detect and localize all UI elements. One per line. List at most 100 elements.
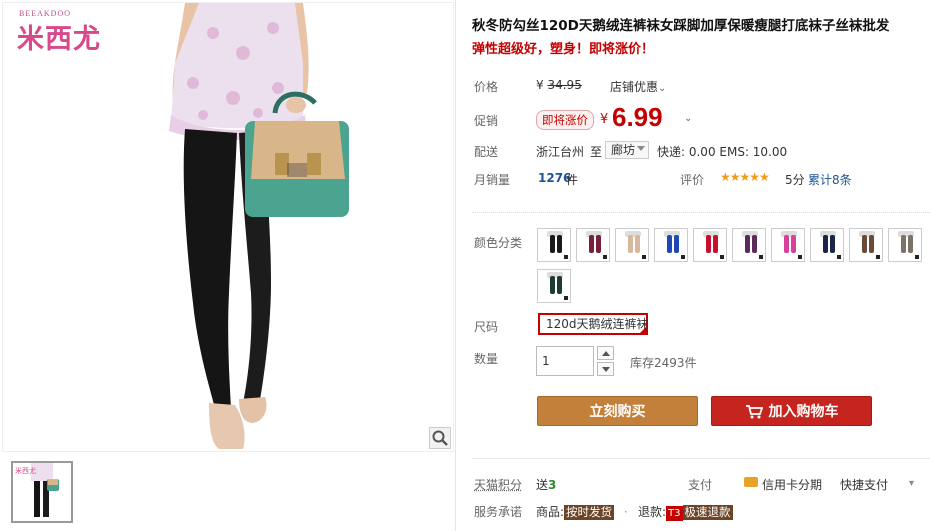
product-title: 秋冬防勾丝120D天鹅绒连裤袜女踩脚加厚保暖瘦腿打底袜子丝袜批发 bbox=[472, 18, 890, 34]
swatch-leg bbox=[791, 235, 796, 253]
swatch-corner-icon bbox=[603, 255, 607, 259]
quantity-decrement-button[interactable] bbox=[597, 362, 614, 376]
service-goods-label: 商品: bbox=[536, 505, 565, 519]
divider bbox=[472, 458, 930, 459]
quantity-increment-button[interactable] bbox=[597, 346, 614, 360]
tmall-points: 送3 bbox=[536, 476, 556, 493]
swatch-leg bbox=[713, 235, 718, 253]
quantity-input[interactable]: 1 bbox=[536, 346, 594, 376]
shipping-fees: 快递: 0.00 EMS: 10.00 bbox=[657, 145, 788, 159]
promo-label: 促销 bbox=[474, 114, 499, 128]
swatch-corner-icon bbox=[915, 255, 919, 259]
tmall-points-label[interactable]: 天猫积分 bbox=[474, 476, 522, 493]
shipping-label: 配送 bbox=[474, 145, 499, 159]
color-swatch-wine[interactable] bbox=[576, 228, 610, 262]
destination-select[interactable]: 廊坊 bbox=[605, 141, 649, 159]
ship-from: 浙江台州 bbox=[536, 145, 585, 159]
swatch-leg bbox=[901, 235, 906, 253]
size-option-selected[interactable]: 120d天鹅绒连裤袜 bbox=[538, 313, 649, 335]
points-value: 3 bbox=[548, 478, 557, 492]
color-swatch-red[interactable] bbox=[693, 228, 727, 262]
service-label: 服务承诺 bbox=[474, 505, 523, 519]
swatch-leg bbox=[823, 235, 828, 253]
service-separator: · bbox=[623, 505, 628, 519]
color-label: 颜色分类 bbox=[474, 236, 523, 250]
payment-dropdown-icon[interactable]: ▾ bbox=[909, 478, 914, 489]
add-to-cart-button[interactable]: 加入购物车 bbox=[711, 396, 872, 426]
cart-icon bbox=[745, 405, 763, 419]
payment-label: 支付 bbox=[688, 478, 713, 492]
swatch-corner-icon bbox=[759, 255, 763, 259]
buy-now-label: 立刻购买 bbox=[589, 404, 646, 420]
swatch-leg bbox=[557, 235, 562, 253]
color-swatch-pink[interactable] bbox=[771, 228, 805, 262]
size-label: 尺码 bbox=[474, 320, 499, 334]
quantity-label: 数量 bbox=[474, 352, 499, 366]
swatch-leg bbox=[550, 235, 555, 253]
swatch-corner-icon bbox=[798, 255, 802, 259]
service-goods: 商品: 按时发货 · bbox=[536, 503, 628, 520]
color-swatch-black[interactable] bbox=[537, 228, 571, 262]
shop-discount-label: 店铺优惠 bbox=[610, 80, 659, 94]
original-price: ¥ 34.95 bbox=[536, 78, 582, 92]
t3-badge-icon: T3 bbox=[666, 506, 683, 521]
buy-now-button[interactable]: 立刻购买 bbox=[537, 396, 698, 426]
main-product-image[interactable]: BEEAKDOO 米西尤 bbox=[2, 2, 454, 452]
color-swatch-purple[interactable] bbox=[732, 228, 766, 262]
fast-refund-tag[interactable]: 极速退款 bbox=[682, 505, 733, 520]
color-swatch-dark-green[interactable] bbox=[537, 269, 571, 303]
swatch-leg bbox=[752, 235, 757, 253]
swatch-leg bbox=[667, 235, 672, 253]
swatch-leg bbox=[862, 235, 867, 253]
original-price-value: 34.95 bbox=[547, 78, 582, 92]
service-refund: 退款: T3 极速退款 bbox=[638, 503, 733, 521]
swatch-leg bbox=[784, 235, 789, 253]
monthly-sales-unit: 件 bbox=[566, 173, 579, 187]
color-swatch-blue[interactable] bbox=[654, 228, 688, 262]
color-swatch-grey[interactable] bbox=[888, 228, 922, 262]
swatch-corner-icon bbox=[876, 255, 880, 259]
model-photo bbox=[169, 3, 349, 449]
ship-to-word: 至 bbox=[590, 145, 603, 159]
review-count-link[interactable]: 累计8条 bbox=[808, 171, 852, 188]
stock-count: 库存2493件 bbox=[630, 356, 697, 370]
size-option-label: 120d天鹅绒连裤袜 bbox=[546, 317, 649, 331]
zoom-button[interactable] bbox=[429, 427, 451, 449]
swatch-leg bbox=[706, 235, 711, 253]
swatch-leg bbox=[628, 235, 633, 253]
swatch-corner-icon bbox=[642, 255, 646, 259]
swatch-leg bbox=[908, 235, 913, 253]
swatch-leg bbox=[635, 235, 640, 253]
color-swatch-coffee[interactable] bbox=[849, 228, 883, 262]
thumbnail-photo: 米西尤 bbox=[15, 463, 59, 517]
on-time-delivery-tag[interactable]: 按时发货 bbox=[564, 505, 615, 520]
swatch-corner-icon bbox=[564, 255, 568, 259]
product-gallery: BEEAKDOO 米西尤 米西尤 bbox=[0, 0, 456, 531]
color-swatch-skin[interactable] bbox=[615, 228, 649, 262]
color-swatch-navy[interactable] bbox=[810, 228, 844, 262]
credit-installment[interactable]: 信用卡分期 bbox=[762, 476, 822, 493]
thumbnail-logo: 米西尤 bbox=[15, 466, 36, 475]
promo-expand-icon[interactable]: ⌄ bbox=[684, 113, 692, 124]
swatch-leg bbox=[596, 235, 601, 253]
magnifier-icon bbox=[432, 430, 448, 446]
swatch-leg bbox=[830, 235, 835, 253]
points-prefix: 送 bbox=[536, 478, 549, 492]
add-to-cart-label: 加入购物车 bbox=[768, 404, 839, 420]
swatch-corner-icon bbox=[720, 255, 724, 259]
selected-check-icon bbox=[638, 325, 648, 335]
swatch-leg bbox=[550, 276, 555, 294]
chevron-down-icon: ⌄ bbox=[658, 83, 667, 94]
brand-logo-text: 米西尤 bbox=[17, 24, 101, 55]
shop-discount-dropdown[interactable]: 店铺优惠⌄ bbox=[610, 78, 666, 95]
divider bbox=[472, 212, 930, 213]
quick-pay[interactable]: 快捷支付 bbox=[840, 476, 888, 493]
thumbnail-image[interactable]: 米西尤 bbox=[11, 461, 73, 523]
promo-currency: ¥ bbox=[600, 112, 609, 127]
promo-price: 6.99 bbox=[612, 102, 663, 132]
original-price-currency: ¥ bbox=[536, 78, 544, 92]
product-subtitle: 弹性超级好，塑身！即将涨价！ bbox=[472, 42, 655, 57]
swatch-leg bbox=[674, 235, 679, 253]
star-rating-icon: ★★★★★ bbox=[720, 170, 770, 184]
rating-label: 评价 bbox=[680, 173, 705, 187]
